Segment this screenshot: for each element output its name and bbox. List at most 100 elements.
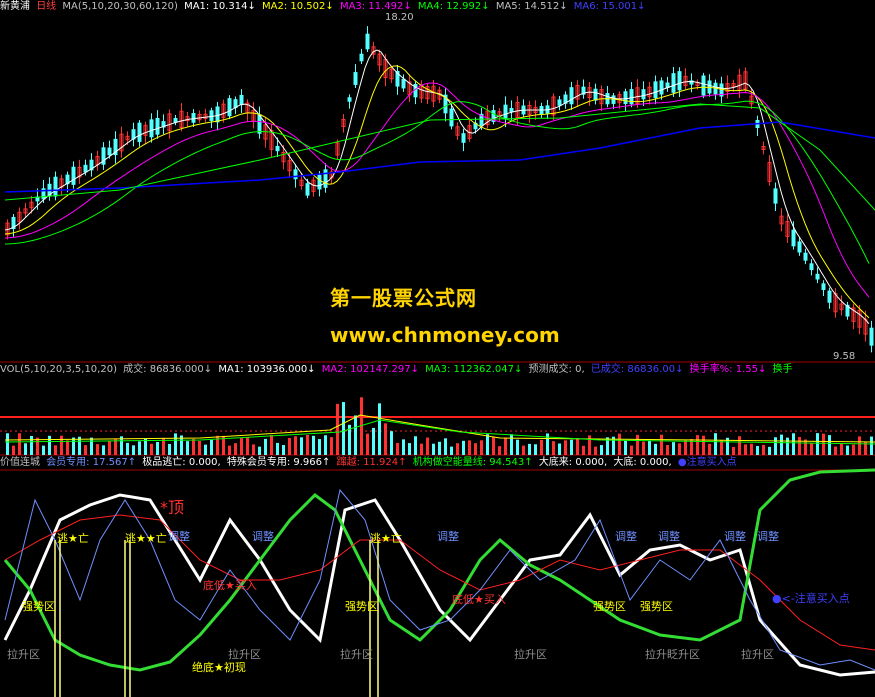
ind-bottom-come: 大底来: 0.000, bbox=[538, 457, 608, 468]
volume-bar bbox=[522, 445, 525, 455]
indicator-panel-header: 价值连城 会员专用: 17.567↑ 极品逃亡: 0.000, 特殊会员专用: … bbox=[0, 456, 875, 470]
volume-bar bbox=[732, 446, 735, 455]
volume-bar bbox=[438, 441, 441, 455]
watermark-title: 第一股票公式网 bbox=[330, 286, 477, 310]
main-panel-header: 新黄浦 日线 MA(5,10,20,30,60,120) MA1: 10.314… bbox=[0, 0, 875, 14]
ma-title: MA(5,10,20,30,60,120) bbox=[62, 1, 178, 12]
rise-zone-label-4: 拉升区 bbox=[514, 648, 547, 661]
volume-bar bbox=[696, 435, 699, 455]
volume-bar bbox=[138, 441, 141, 455]
volume-bar bbox=[714, 433, 717, 455]
volume-bar bbox=[804, 439, 807, 455]
volume-bar bbox=[390, 431, 393, 455]
high-price-label: 18.20 bbox=[385, 12, 414, 23]
volume-bar bbox=[396, 442, 399, 455]
volume-bar bbox=[234, 443, 237, 455]
volume-bar bbox=[582, 445, 585, 455]
chart-canvas[interactable] bbox=[0, 0, 875, 697]
adjust-label-4: 调整 bbox=[615, 530, 637, 543]
volume-bar bbox=[624, 440, 627, 455]
volume-bar bbox=[750, 443, 753, 455]
volume-bar bbox=[288, 438, 291, 455]
volume-bar bbox=[828, 435, 831, 455]
volume-bar bbox=[168, 443, 171, 455]
candle-body bbox=[107, 147, 112, 156]
candle-body bbox=[557, 99, 562, 106]
volume-bar bbox=[774, 437, 777, 455]
candle-body bbox=[869, 327, 874, 346]
volume-bar bbox=[780, 434, 783, 455]
volume-bar bbox=[498, 446, 501, 455]
candle-body bbox=[701, 75, 706, 96]
volume-bar bbox=[738, 436, 741, 455]
volume-bar bbox=[558, 443, 561, 455]
volume-bar bbox=[210, 439, 213, 455]
candle-body bbox=[677, 71, 682, 91]
adjust-label-6: 调整 bbox=[724, 530, 746, 543]
volume-bar bbox=[528, 443, 531, 455]
candle-body bbox=[353, 72, 358, 85]
candle-body bbox=[257, 114, 262, 134]
top-marker: *顶 bbox=[160, 498, 185, 517]
volume-bar bbox=[564, 440, 567, 455]
volume-bar bbox=[150, 443, 153, 455]
volume-bar bbox=[264, 438, 267, 455]
volume-bar bbox=[618, 433, 621, 455]
volume-bar bbox=[720, 440, 723, 455]
volume-bar bbox=[384, 423, 387, 455]
vol-value: 成交: 86836.000↓ bbox=[123, 364, 213, 375]
candle-body bbox=[791, 229, 796, 247]
ma2-line bbox=[4, 65, 870, 319]
strong-zone-label-1: 强势区 bbox=[22, 600, 55, 613]
volume-bar bbox=[768, 446, 771, 455]
volume-bar bbox=[504, 437, 507, 455]
candle-body bbox=[359, 53, 364, 62]
rise-zone-label-1: 拉升区 bbox=[7, 648, 40, 661]
candle-body bbox=[191, 113, 196, 123]
candle-body bbox=[773, 188, 778, 204]
volume-bar bbox=[756, 446, 759, 455]
volume-bar bbox=[468, 440, 471, 455]
candle-body bbox=[821, 283, 826, 290]
candle-body bbox=[671, 73, 676, 93]
volume-bar bbox=[666, 445, 669, 455]
escape-label-2: 逃★★亡 bbox=[125, 532, 167, 545]
volume-bar bbox=[798, 436, 801, 455]
volume-bar bbox=[108, 440, 111, 455]
volume-bar bbox=[594, 446, 597, 455]
volume-bar bbox=[42, 445, 45, 455]
volume-bar bbox=[330, 437, 333, 455]
strong-zone-label-2: 强势区 bbox=[345, 600, 378, 613]
candle-body bbox=[209, 110, 214, 121]
candle-body bbox=[569, 87, 574, 105]
volume-bar bbox=[24, 443, 27, 455]
candle-body bbox=[623, 91, 628, 105]
candle-body bbox=[347, 97, 352, 102]
volume-bar bbox=[534, 444, 537, 455]
volume-bar bbox=[444, 438, 447, 455]
indicator-blue-line bbox=[4, 488, 875, 671]
volume-bar bbox=[840, 443, 843, 455]
volume-bar bbox=[156, 442, 159, 455]
volume-bar bbox=[246, 437, 249, 455]
candle-body bbox=[449, 108, 454, 127]
volume-bar bbox=[72, 437, 75, 455]
escape-label-1: 逃★亡 bbox=[57, 532, 89, 545]
volume-bar bbox=[516, 439, 519, 455]
volume-bar bbox=[702, 435, 705, 455]
volume-bar bbox=[84, 445, 87, 455]
volume-bar bbox=[324, 435, 327, 455]
volume-bar bbox=[54, 445, 57, 455]
volume-bar bbox=[816, 433, 819, 455]
stock-name[interactable]: 新黄浦 bbox=[0, 1, 30, 12]
period-label[interactable]: 日线 bbox=[36, 1, 56, 12]
candle-body bbox=[173, 118, 178, 123]
volume-bar bbox=[810, 443, 813, 455]
volume-bar bbox=[684, 440, 687, 455]
ind-title: 价值连城 bbox=[0, 457, 40, 468]
volume-bar bbox=[18, 433, 21, 455]
stock-chart-window: 新黄浦 日线 MA(5,10,20,30,60,120) MA1: 10.314… bbox=[0, 0, 875, 697]
rise-zone-label-6: 拉升区 bbox=[741, 648, 774, 661]
volume-bar bbox=[510, 434, 513, 455]
ind-escape: 极品逃亡: 0.000, bbox=[142, 457, 221, 468]
